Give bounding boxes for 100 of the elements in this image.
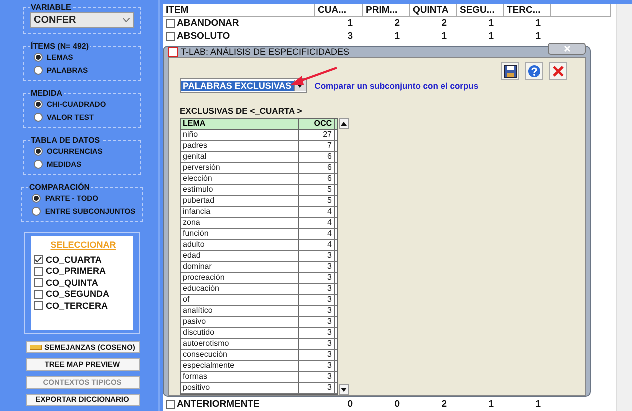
lemma-cell: educación bbox=[181, 284, 299, 294]
column-header[interactable]: OCC bbox=[299, 119, 335, 129]
subset-item[interactable]: CO_SEGUNDA bbox=[34, 288, 133, 300]
table-cell-text: 1 bbox=[534, 399, 542, 410]
lemma-cell: infancia bbox=[181, 207, 299, 217]
count-cell: 6 bbox=[299, 174, 335, 184]
column-header[interactable]: PRIM... bbox=[363, 4, 410, 17]
lemma-cell: perversión bbox=[181, 163, 299, 173]
lemma-cell: niño bbox=[181, 130, 299, 140]
checkbox[interactable] bbox=[166, 19, 175, 28]
column-header[interactable]: SEGU... bbox=[457, 4, 504, 17]
group-title: VARIABLE bbox=[30, 3, 72, 12]
count-cell: 3 bbox=[299, 383, 335, 393]
table-cell-text: 1 bbox=[346, 18, 354, 29]
lemma-cell: discutido bbox=[181, 328, 299, 338]
close-button[interactable] bbox=[548, 43, 586, 55]
table-subtitle: EXCLUSIVAS DE <_CUARTA > bbox=[180, 106, 304, 116]
item-cell: ABANDONAR bbox=[163, 18, 315, 29]
close-button[interactable] bbox=[549, 62, 567, 80]
count-cell: 5 bbox=[299, 185, 335, 195]
count-cell: 5 bbox=[299, 196, 335, 206]
table-cell-text: 2 bbox=[440, 18, 448, 29]
app-icon bbox=[168, 47, 178, 57]
mode-dropdown[interactable]: PALABRAS EXCLUSIVAS bbox=[180, 78, 307, 93]
save-button[interactable] bbox=[501, 62, 519, 80]
group-title: ÍTEMS (N= 492) bbox=[30, 42, 90, 51]
count-cell: 3 bbox=[299, 350, 335, 360]
count-cell: 3 bbox=[299, 295, 335, 305]
list-title: SELECCIONAR bbox=[50, 240, 116, 250]
count-cell: 3 bbox=[299, 372, 335, 382]
table-cell-text: 1 bbox=[488, 31, 495, 42]
count-cell: 3 bbox=[299, 361, 335, 371]
ruler-icon bbox=[30, 344, 42, 350]
subset-item[interactable]: CO_TERCERA bbox=[34, 300, 133, 312]
count-cell: 4 bbox=[299, 229, 335, 239]
item-cell: ABSOLUTO bbox=[163, 31, 315, 42]
count-cell: 3 bbox=[299, 306, 335, 316]
table-cell-text: 1 bbox=[488, 399, 495, 410]
checkbox[interactable] bbox=[166, 32, 175, 41]
item-cell: ANTERIORMENTE bbox=[163, 399, 315, 410]
lemma-cell: autoerotismo bbox=[181, 339, 299, 349]
count-cell: 3 bbox=[299, 317, 335, 327]
column-header[interactable]: QUINTA bbox=[410, 4, 457, 17]
lemma-cell: zona bbox=[181, 218, 299, 228]
column-header[interactable]: CUA... bbox=[315, 4, 363, 17]
group-title: TABLA DE DATOS bbox=[30, 136, 102, 145]
table-cell-text: 1 bbox=[488, 18, 495, 29]
count-cell: 6 bbox=[299, 163, 335, 173]
subset-item[interactable]: CO_CUARTA bbox=[34, 254, 133, 266]
table-cell-text: 1 bbox=[394, 31, 401, 42]
scroll-up-icon[interactable] bbox=[341, 122, 347, 126]
lemma-cell: dominar bbox=[181, 262, 299, 272]
table-cell-text: 0 bbox=[394, 399, 401, 410]
count-cell: 3 bbox=[299, 284, 335, 294]
group-title: MEDIDA bbox=[30, 89, 64, 98]
table-cell-text: 1 bbox=[534, 18, 542, 29]
column-header[interactable]: TERC... bbox=[504, 4, 551, 17]
group-title: COMPARACIÓN bbox=[28, 183, 92, 192]
subset-item[interactable]: CO_PRIMERA bbox=[34, 266, 133, 277]
lemma-cell: formas bbox=[181, 372, 299, 382]
lemma-cell: adulto bbox=[181, 240, 299, 250]
variable-dropdown[interactable]: CONFER bbox=[30, 12, 134, 28]
count-cell: 4 bbox=[299, 240, 335, 250]
column-header[interactable]: LEMA bbox=[181, 119, 299, 129]
subset-item[interactable]: CO_QUINTA bbox=[34, 277, 133, 288]
checkbox[interactable] bbox=[166, 400, 175, 409]
column-header[interactable]: ITEM bbox=[163, 4, 315, 17]
chevron-icon bbox=[123, 18, 130, 22]
lemma-cell: pubertad bbox=[181, 196, 299, 206]
help-icon bbox=[528, 64, 540, 78]
close-icon bbox=[552, 66, 564, 76]
lemma-cell: especialmente bbox=[181, 361, 299, 371]
lemma-cell: consecución bbox=[181, 350, 299, 360]
table-cell-text: 2 bbox=[440, 399, 448, 410]
mode-description: Comparar un subconjunto con el corpus bbox=[314, 80, 479, 90]
count-cell: 4 bbox=[299, 218, 335, 228]
table-cell-text: 0 bbox=[346, 399, 354, 410]
close-icon bbox=[564, 46, 570, 52]
count-cell: 3 bbox=[299, 262, 335, 272]
window-title: T-LAB: ANÁLISIS DE ESPECIFICIDADES bbox=[181, 47, 351, 57]
count-cell: 4 bbox=[299, 207, 335, 217]
count-cell: 3 bbox=[299, 273, 335, 283]
save-icon bbox=[504, 64, 516, 78]
lemma-cell: of bbox=[181, 295, 299, 305]
table-cell-text: 1 bbox=[534, 31, 542, 42]
scroll-down-icon[interactable] bbox=[341, 388, 347, 392]
count-cell: 3 bbox=[299, 251, 335, 261]
lemma-cell: analítico bbox=[181, 306, 299, 316]
lemma-cell: genital bbox=[181, 152, 299, 162]
empty-column-header bbox=[551, 4, 611, 17]
count-cell: 7 bbox=[299, 141, 335, 151]
count-cell: 6 bbox=[299, 152, 335, 162]
lemma-cell: estímulo bbox=[181, 185, 299, 195]
lemma-cell: elección bbox=[181, 174, 299, 184]
lemma-cell: procreación bbox=[181, 273, 299, 283]
lemma-cell: positivo bbox=[181, 383, 299, 393]
count-cell: 3 bbox=[299, 339, 335, 349]
table-cell-text: 1 bbox=[440, 31, 448, 42]
lemma-cell: pasivo bbox=[181, 317, 299, 327]
help-button[interactable] bbox=[525, 62, 543, 80]
